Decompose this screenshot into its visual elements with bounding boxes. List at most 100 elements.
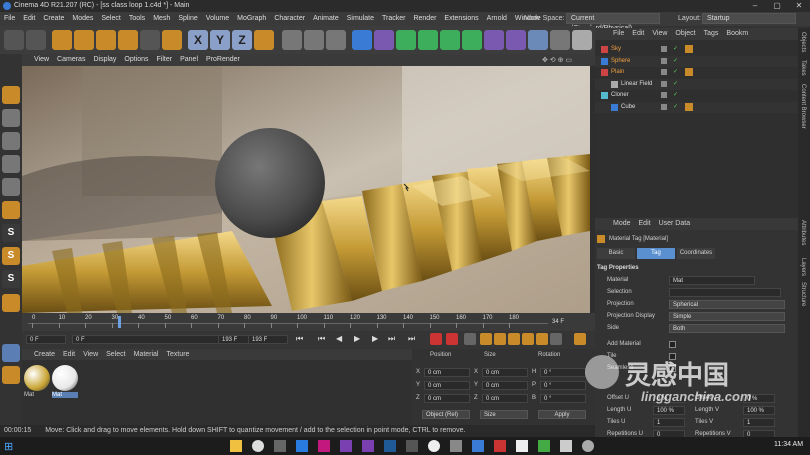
position-field[interactable]: 0 cm bbox=[424, 368, 470, 377]
material-tag-icon[interactable] bbox=[685, 45, 693, 53]
rotate-icon[interactable] bbox=[118, 30, 138, 50]
windows-start-icon[interactable]: ⊞ bbox=[4, 440, 13, 453]
record-icon[interactable] bbox=[430, 333, 442, 345]
object-menu-tags[interactable]: Tags bbox=[700, 28, 723, 40]
viewport-menu-prorender[interactable]: ProRender bbox=[202, 54, 244, 66]
live-selection-icon[interactable] bbox=[52, 30, 72, 50]
material-menu-material[interactable]: Material bbox=[130, 349, 163, 360]
prev-key-icon[interactable]: ⏮ bbox=[318, 334, 325, 344]
solo-icon[interactable]: S bbox=[2, 247, 20, 265]
go-to-start-icon[interactable]: ⏮ bbox=[296, 334, 303, 344]
prev-frame-icon[interactable]: ◀ bbox=[336, 334, 342, 343]
menu-item-arnold[interactable]: Arnold bbox=[483, 12, 511, 26]
selection-field[interactable] bbox=[669, 288, 781, 297]
menu-item-extensions[interactable]: Extensions bbox=[440, 12, 482, 26]
key-parameter-icon[interactable] bbox=[522, 333, 534, 345]
points-mode-icon[interactable] bbox=[2, 132, 20, 150]
solo-off-icon[interactable]: S bbox=[2, 270, 20, 288]
rotation-field[interactable]: 0 ° bbox=[540, 381, 586, 390]
app-icon-4[interactable] bbox=[450, 440, 462, 452]
menu-item-file[interactable]: File bbox=[0, 12, 19, 26]
playhead[interactable] bbox=[118, 316, 121, 328]
material-menu-create[interactable]: Create bbox=[30, 349, 59, 360]
key-scale-icon[interactable] bbox=[494, 333, 506, 345]
lock-x-icon[interactable]: X bbox=[188, 30, 208, 50]
menu-item-modes[interactable]: Modes bbox=[68, 12, 97, 26]
undo-icon[interactable] bbox=[4, 30, 24, 50]
material-thumbnail[interactable]: Mat bbox=[52, 365, 78, 401]
size-field[interactable]: 0 cm bbox=[482, 381, 528, 390]
cube-icon[interactable] bbox=[352, 30, 372, 50]
lock-y-icon[interactable]: Y bbox=[210, 30, 230, 50]
edges-mode-icon[interactable] bbox=[2, 155, 20, 173]
tab-tag[interactable]: Tag bbox=[637, 248, 675, 259]
object-row-plain[interactable]: Plain ✓ bbox=[595, 67, 798, 78]
node-space-select[interactable]: Current (Standard/Physical) bbox=[566, 13, 660, 32]
close-button[interactable]: ✕ bbox=[788, 0, 810, 12]
snap-icon[interactable]: S bbox=[2, 224, 20, 242]
tab-coordinates[interactable]: Coordinates bbox=[677, 248, 715, 259]
object-row-cube[interactable]: Cube ✓ bbox=[595, 101, 798, 113]
next-frame-icon[interactable]: ▶ bbox=[372, 334, 378, 343]
photoshop-icon[interactable] bbox=[384, 440, 396, 452]
visibility-dot-icon[interactable] bbox=[661, 92, 667, 98]
position-field[interactable]: 0 cm bbox=[424, 381, 470, 390]
enabled-check-icon[interactable]: ✓ bbox=[673, 102, 678, 113]
layout-select[interactable]: Startup bbox=[702, 13, 796, 24]
go-to-end-icon[interactable]: ⏭ bbox=[408, 334, 415, 344]
world-axis-icon[interactable] bbox=[162, 30, 182, 50]
camera-icon[interactable] bbox=[550, 30, 570, 50]
autokey-icon[interactable] bbox=[446, 333, 458, 345]
paint-icon[interactable] bbox=[2, 294, 20, 312]
coordinate-system-icon[interactable] bbox=[254, 30, 274, 50]
field-select[interactable]: Spherical bbox=[669, 300, 785, 309]
menu-item-edit[interactable]: Edit bbox=[19, 12, 39, 26]
field-select[interactable]: Both bbox=[669, 324, 785, 333]
material-menu-select[interactable]: Select bbox=[102, 349, 129, 360]
field-select[interactable]: Simple bbox=[669, 312, 785, 321]
viewport-menu-view[interactable]: View bbox=[30, 54, 53, 66]
object-menu-object[interactable]: Object bbox=[671, 28, 699, 40]
material-thumbnail[interactable]: Mat bbox=[24, 365, 50, 401]
position-field[interactable]: 0 cm bbox=[424, 394, 470, 403]
apply-button[interactable]: Apply bbox=[538, 410, 586, 419]
material-link-field[interactable]: Mat bbox=[669, 276, 755, 285]
keyframe-selection-icon[interactable] bbox=[464, 333, 476, 345]
menu-item-volume[interactable]: Volume bbox=[202, 12, 233, 26]
grid-key-icon[interactable] bbox=[550, 333, 562, 345]
app-icon-3[interactable] bbox=[428, 440, 440, 452]
object-menu-bookm[interactable]: Bookm bbox=[722, 28, 752, 40]
enabled-check-icon[interactable]: ✓ bbox=[673, 56, 678, 67]
deformer-icon[interactable] bbox=[484, 30, 504, 50]
next-key-icon[interactable]: ⏭ bbox=[388, 334, 395, 344]
attribute-menu-mode[interactable]: Mode bbox=[609, 218, 635, 230]
render-settings-icon[interactable] bbox=[326, 30, 346, 50]
workplane-icon[interactable] bbox=[2, 201, 20, 219]
menu-item-mesh[interactable]: Mesh bbox=[149, 12, 174, 26]
key-position-icon[interactable] bbox=[480, 333, 492, 345]
side-tab-attributes[interactable]: Attributes bbox=[800, 220, 806, 245]
lock-workplane-icon[interactable] bbox=[2, 366, 20, 384]
coordinate-mode-select[interactable]: Object (Rel) bbox=[422, 410, 470, 419]
size-field[interactable]: 0 cm bbox=[482, 394, 528, 403]
current-frame-field[interactable]: 0 F bbox=[72, 335, 232, 344]
light-icon[interactable] bbox=[572, 30, 592, 50]
menu-item-character[interactable]: Character bbox=[270, 12, 309, 26]
key-rotation-icon[interactable] bbox=[508, 333, 520, 345]
enabled-check-icon[interactable]: ✓ bbox=[673, 44, 678, 55]
object-menu-view[interactable]: View bbox=[648, 28, 671, 40]
rotation-field[interactable]: 0 ° bbox=[540, 368, 586, 377]
key-pla-icon[interactable] bbox=[536, 333, 548, 345]
menu-item-animate[interactable]: Animate bbox=[309, 12, 343, 26]
rotation-field[interactable]: 0 ° bbox=[540, 394, 586, 403]
app-icon[interactable] bbox=[274, 440, 286, 452]
side-tab-structure[interactable]: Structure bbox=[800, 282, 806, 306]
side-tab-layers[interactable]: Layers bbox=[800, 258, 806, 276]
chrome-icon[interactable] bbox=[252, 440, 264, 452]
field-icon[interactable] bbox=[506, 30, 526, 50]
visibility-dot-icon[interactable] bbox=[661, 57, 667, 64]
explorer-icon[interactable] bbox=[230, 440, 242, 452]
floor-icon[interactable] bbox=[528, 30, 548, 50]
app-icon-5[interactable] bbox=[494, 440, 506, 452]
scale-icon[interactable] bbox=[96, 30, 116, 50]
